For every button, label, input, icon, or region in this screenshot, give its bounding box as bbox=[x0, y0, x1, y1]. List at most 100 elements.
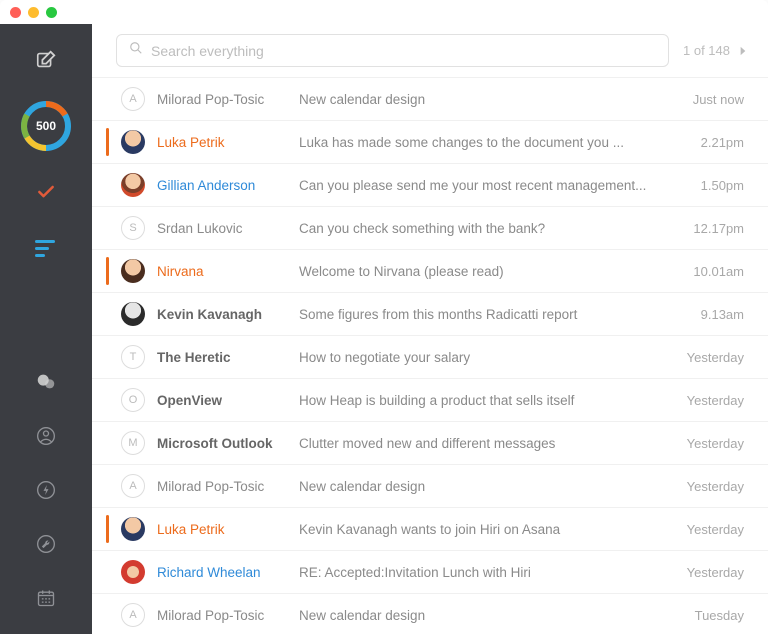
avatar bbox=[121, 259, 145, 283]
message-sender: Gillian Anderson bbox=[157, 178, 287, 193]
avatar: T bbox=[121, 345, 145, 369]
message-time: 1.50pm bbox=[674, 178, 744, 193]
message-sender: Srdan Lukovic bbox=[157, 221, 287, 236]
calendar-icon bbox=[35, 587, 57, 609]
sidebar-dashboard[interactable] bbox=[20, 230, 72, 266]
sidebar-settings[interactable] bbox=[20, 526, 72, 562]
pager-next[interactable] bbox=[736, 44, 750, 58]
avatar: A bbox=[121, 87, 145, 111]
unread-indicator bbox=[106, 515, 109, 543]
message-time: Yesterday bbox=[674, 565, 744, 580]
message-time: Yesterday bbox=[674, 436, 744, 451]
sidebar-tasks[interactable] bbox=[20, 174, 72, 210]
message-row[interactable]: Nirvana Welcome to Nirvana (please read) 1… bbox=[92, 250, 768, 293]
message-time: Tuesday bbox=[674, 608, 744, 623]
message-row[interactable]: Kevin KavanaghSome figures from this mon… bbox=[92, 293, 768, 336]
message-row[interactable]: Luka PetrikKevin Kavanagh wants to join … bbox=[92, 508, 768, 551]
main-pane: 1 of 148 A Milorad Pop-Tosic New calendar … bbox=[92, 24, 768, 634]
avatar bbox=[121, 173, 145, 197]
avatar: S bbox=[121, 216, 145, 240]
sidebar: 500 bbox=[0, 24, 92, 634]
pager: 1 of 148 bbox=[683, 43, 750, 58]
unread-indicator bbox=[106, 343, 109, 371]
message-time: 9.13am bbox=[674, 307, 744, 322]
avatar bbox=[121, 517, 145, 541]
message-row[interactable]: Luka Petrik Luka has made some changes to… bbox=[92, 121, 768, 164]
message-sender: Luka Petrik bbox=[157, 522, 287, 537]
message-row[interactable]: MMicrosoft OutlookClutter moved new and … bbox=[92, 422, 768, 465]
unread-indicator bbox=[106, 257, 109, 285]
message-sender: The Heretic bbox=[157, 350, 287, 365]
checkmark-icon bbox=[35, 181, 57, 203]
message-row[interactable]: Gillian Anderson Can you please send me y… bbox=[92, 164, 768, 207]
message-time: Yesterday bbox=[674, 479, 744, 494]
message-time: 2.21pm bbox=[674, 135, 744, 150]
sidebar-calendar[interactable] bbox=[20, 580, 72, 616]
message-sender: Milorad Pop-Tosic bbox=[157, 479, 287, 494]
message-sender: Luka Petrik bbox=[157, 135, 287, 150]
unread-indicator bbox=[106, 601, 109, 629]
avatar bbox=[121, 302, 145, 326]
message-row[interactable]: S Srdan Lukovic Can you check something wi… bbox=[92, 207, 768, 250]
search-input[interactable] bbox=[151, 43, 656, 59]
compose-icon bbox=[35, 49, 57, 71]
avatar bbox=[121, 130, 145, 154]
message-subject: Can you please send me your most recent … bbox=[299, 178, 662, 193]
message-sender: Milorad Pop-Tosic bbox=[157, 92, 287, 107]
message-sender: Milorad Pop-Tosic bbox=[157, 608, 287, 623]
sidebar-score[interactable]: 500 bbox=[20, 98, 72, 154]
message-row[interactable]: A Milorad Pop-Tosic New calendar design Tue… bbox=[92, 594, 768, 634]
message-subject: Welcome to Nirvana (please read) bbox=[299, 264, 662, 279]
unread-indicator bbox=[106, 558, 109, 586]
unread-indicator bbox=[106, 85, 109, 113]
avatar bbox=[121, 560, 145, 584]
sidebar-chat[interactable] bbox=[20, 364, 72, 400]
bolt-circle-icon bbox=[35, 479, 57, 501]
message-row[interactable]: A Milorad Pop-Tosic New calendar design Jus… bbox=[92, 77, 768, 121]
message-sender: Kevin Kavanagh bbox=[157, 307, 287, 322]
message-list: A Milorad Pop-Tosic New calendar design Jus… bbox=[92, 77, 768, 634]
message-subject: New calendar design bbox=[299, 608, 662, 623]
message-subject: RE: Accepted:Invitation Lunch with Hiri bbox=[299, 565, 662, 580]
window-minimize-button[interactable] bbox=[28, 7, 39, 18]
message-sender: OpenView bbox=[157, 393, 287, 408]
unread-indicator bbox=[106, 472, 109, 500]
avatar: A bbox=[121, 603, 145, 627]
message-row[interactable]: A Milorad Pop-Tosic New calendar design Yes… bbox=[92, 465, 768, 508]
message-subject: Can you check something with the bank? bbox=[299, 221, 662, 236]
search-icon bbox=[129, 41, 143, 60]
window-maximize-button[interactable] bbox=[46, 7, 57, 18]
message-time: Yesterday bbox=[674, 350, 744, 365]
message-subject: New calendar design bbox=[299, 479, 662, 494]
message-subject: How to negotiate your salary bbox=[299, 350, 662, 365]
message-subject: Luka has made some changes to the docume… bbox=[299, 135, 662, 150]
app-body: 500 bbox=[0, 24, 768, 634]
message-sender: Microsoft Outlook bbox=[157, 436, 287, 451]
person-circle-icon bbox=[35, 425, 57, 447]
message-time: Just now bbox=[674, 92, 744, 107]
app-window: 500 bbox=[0, 0, 768, 634]
wrench-circle-icon bbox=[35, 533, 57, 555]
unread-indicator bbox=[106, 128, 109, 156]
message-subject: New calendar design bbox=[299, 92, 662, 107]
message-row[interactable]: Richard WheelanRE: Accepted:Invitation L… bbox=[92, 551, 768, 594]
message-sender: Nirvana bbox=[157, 264, 287, 279]
unread-indicator bbox=[106, 214, 109, 242]
avatar: M bbox=[121, 431, 145, 455]
bars-icon bbox=[35, 237, 57, 259]
sidebar-contacts[interactable] bbox=[20, 418, 72, 454]
toolbar: 1 of 148 bbox=[92, 24, 768, 77]
message-time: Yesterday bbox=[674, 393, 744, 408]
sidebar-compose[interactable] bbox=[20, 42, 72, 78]
titlebar bbox=[0, 0, 768, 24]
unread-indicator bbox=[106, 386, 109, 414]
window-close-button[interactable] bbox=[10, 7, 21, 18]
avatar: A bbox=[121, 474, 145, 498]
message-row[interactable]: T The Heretic How to negotiate your salary… bbox=[92, 336, 768, 379]
chat-icon bbox=[35, 371, 57, 393]
message-time: 10.01am bbox=[674, 264, 744, 279]
score-ring-icon: 500 bbox=[20, 100, 72, 152]
sidebar-activity[interactable] bbox=[20, 472, 72, 508]
message-row[interactable]: OOpenViewHow Heap is building a product … bbox=[92, 379, 768, 422]
search-box[interactable] bbox=[116, 34, 669, 67]
